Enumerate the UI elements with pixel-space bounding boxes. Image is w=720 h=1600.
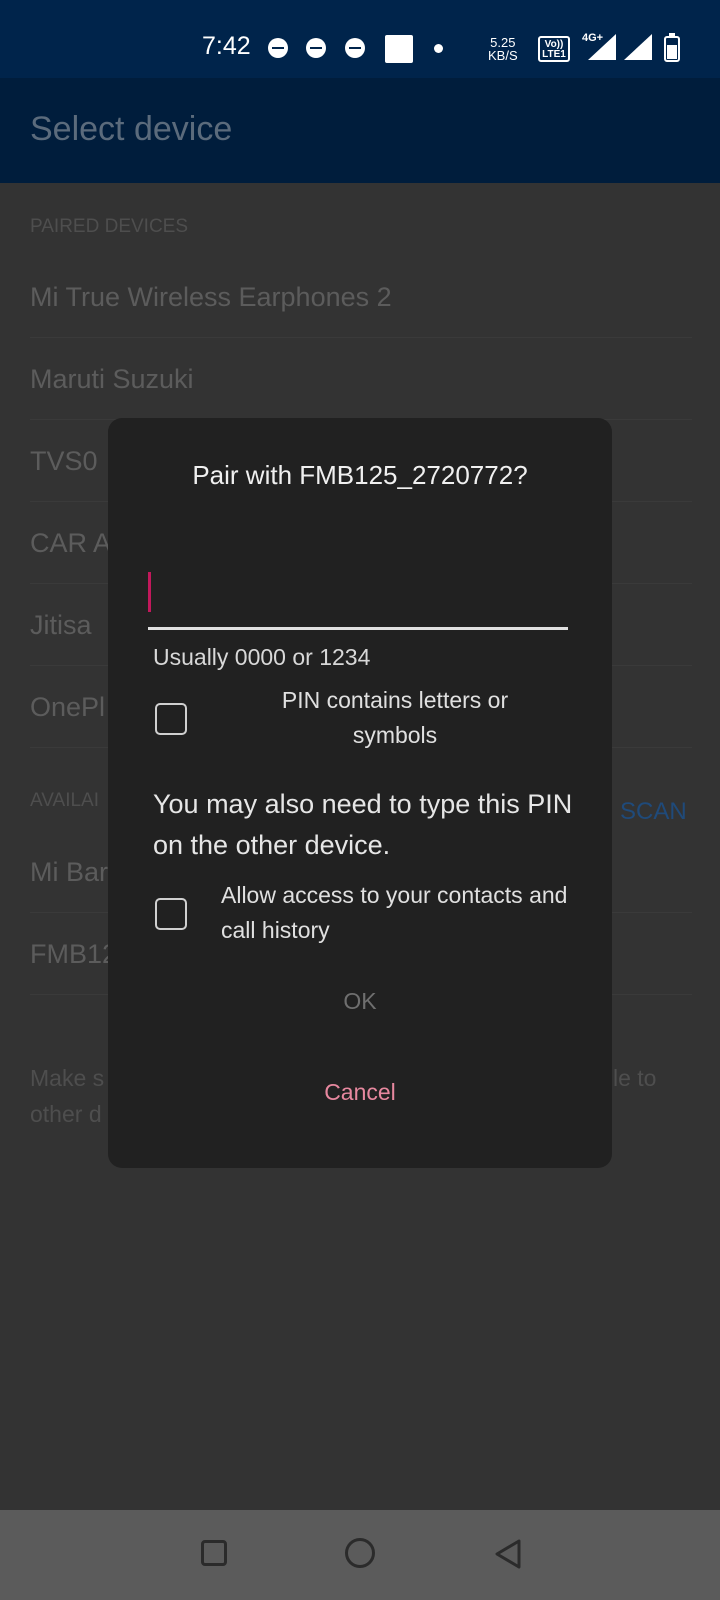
pin-letters-option[interactable]: PIN contains letters or symbols xyxy=(153,681,573,757)
page-title: Select device xyxy=(30,110,233,148)
pin-input[interactable] xyxy=(148,570,568,630)
pin-letters-checkbox[interactable] xyxy=(155,703,187,735)
footer-line1-right: le to xyxy=(613,1065,657,1091)
dialog-title: Pair with FMB125_2720772? xyxy=(192,460,528,490)
square-icon xyxy=(385,35,413,63)
network-speed: 5.25 KB/S xyxy=(488,36,518,62)
scan-button[interactable]: SCAN xyxy=(620,798,687,826)
signal-icon xyxy=(624,34,652,60)
pin-letters-label: PIN contains letters or symbols xyxy=(281,687,509,748)
paired-device-item[interactable]: Mi True Wireless Earphones 2 xyxy=(30,256,692,338)
app-bar: Select device xyxy=(0,78,720,183)
home-icon[interactable] xyxy=(345,1538,375,1568)
volte-bottom-text: LTE1 xyxy=(542,49,566,60)
ok-button[interactable]: OK xyxy=(108,988,612,1015)
cancel-button[interactable]: Cancel xyxy=(108,1079,612,1106)
signal-icon xyxy=(588,34,616,60)
back-icon[interactable] xyxy=(493,1538,523,1575)
pairing-message: You may also need to type this PIN on th… xyxy=(153,789,573,860)
status-time: 7:42 xyxy=(202,32,251,60)
recent-apps-icon[interactable] xyxy=(201,1540,227,1566)
navigation-bar xyxy=(0,1510,720,1600)
battery-icon xyxy=(664,33,680,62)
paired-device-item[interactable]: Maruti Suzuki xyxy=(30,338,692,420)
pin-hint: Usually 0000 or 1234 xyxy=(153,644,371,670)
contacts-access-option[interactable]: Allow access to your contacts and call h… xyxy=(153,878,573,954)
network-speed-unit: KB/S xyxy=(488,48,518,63)
pairing-dialog: Pair with FMB125_2720772? Usually 0000 o… xyxy=(108,418,612,1168)
footer-line1-left: Make s xyxy=(30,1065,105,1091)
status-bar: 7:42 5.25 KB/S Vo)) LTE1 4G+ xyxy=(0,0,720,78)
notification-icon xyxy=(345,38,365,58)
contacts-access-checkbox[interactable] xyxy=(155,898,187,930)
paired-devices-header: PAIRED DEVICES xyxy=(30,216,189,237)
dot-icon xyxy=(434,44,443,53)
text-cursor xyxy=(148,572,151,612)
footer-line2-left: other d xyxy=(30,1101,102,1127)
notification-icon xyxy=(268,38,288,58)
available-devices-header: AVAILAI xyxy=(30,790,99,811)
notification-icon xyxy=(306,38,326,58)
volte-icon: Vo)) LTE1 xyxy=(538,36,570,62)
contacts-access-label: Allow access to your contacts and call h… xyxy=(221,882,568,943)
